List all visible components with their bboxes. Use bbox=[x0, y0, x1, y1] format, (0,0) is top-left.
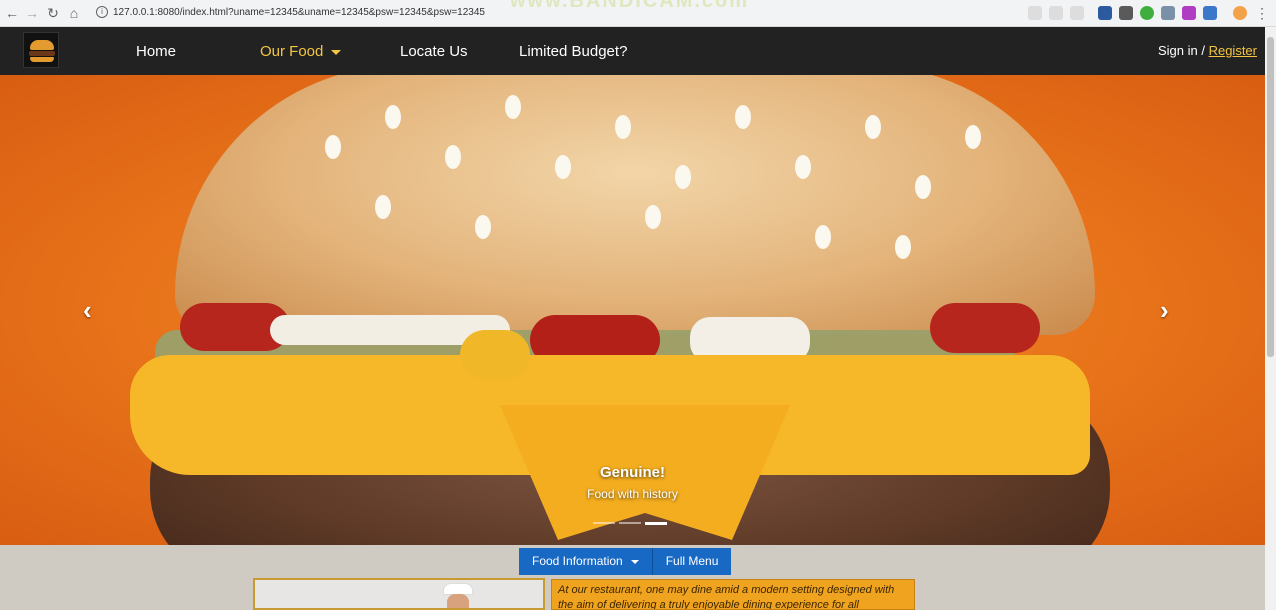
zoom-icon[interactable] bbox=[1049, 6, 1063, 20]
nav-our-food-label: Our Food bbox=[260, 43, 324, 60]
browser-toolbar: ← → ↻ ⌂ i 127.0.0.1:8080/index.html?unam… bbox=[0, 0, 1276, 27]
nav-our-food[interactable]: Our Food bbox=[260, 43, 342, 60]
home-icon[interactable]: ⌂ bbox=[65, 4, 83, 22]
caret-down-icon bbox=[331, 49, 342, 55]
extension-icon[interactable] bbox=[1119, 6, 1133, 20]
extension-icon[interactable] bbox=[1182, 6, 1196, 20]
menu-icon[interactable]: ⋮ bbox=[1253, 4, 1271, 22]
signin-link[interactable]: Sign in bbox=[1158, 43, 1198, 58]
url-text: 127.0.0.1:8080/index.html?uname=12345&un… bbox=[113, 7, 485, 18]
extension-icon[interactable] bbox=[1140, 6, 1154, 20]
chef-photo bbox=[253, 578, 545, 610]
carousel-indicators bbox=[593, 522, 671, 540]
burger-logo-icon[interactable] bbox=[23, 32, 59, 68]
site-info-icon[interactable]: i bbox=[96, 6, 108, 18]
carousel-caption-subtitle: Food with history bbox=[587, 487, 678, 501]
address-bar[interactable]: i 127.0.0.1:8080/index.html?uname=12345&… bbox=[96, 6, 485, 18]
back-icon[interactable]: ← bbox=[3, 4, 21, 22]
scroll-thumb[interactable] bbox=[1267, 37, 1274, 357]
food-information-button[interactable]: Food Information bbox=[519, 548, 652, 575]
food-button-group: Food Information Full Menu bbox=[519, 548, 732, 575]
content-section: Food Information Full Menu At our restaur… bbox=[0, 545, 1265, 610]
auth-separator: / bbox=[1201, 43, 1205, 58]
extension-icon[interactable] bbox=[1098, 6, 1112, 20]
restaurant-info-text: At our restaurant, one may dine amid a m… bbox=[551, 579, 915, 610]
recording-watermark: www.BANDICAM.com bbox=[510, 0, 750, 12]
food-information-label: Food Information bbox=[532, 554, 623, 568]
bookmark-star-icon[interactable] bbox=[1070, 6, 1084, 20]
nav-home[interactable]: Home bbox=[136, 43, 176, 60]
nav-limited-budget[interactable]: Limited Budget? bbox=[519, 43, 627, 60]
carousel-indicator[interactable] bbox=[593, 522, 615, 524]
full-menu-button[interactable]: Full Menu bbox=[651, 548, 732, 575]
register-link[interactable]: Register bbox=[1209, 43, 1257, 58]
carousel-indicator-active[interactable] bbox=[645, 522, 667, 525]
extension-icon[interactable] bbox=[1203, 6, 1217, 20]
page-scrollbar[interactable] bbox=[1265, 27, 1276, 610]
carousel-indicator[interactable] bbox=[619, 522, 641, 524]
carousel-prev-icon[interactable]: ‹ bbox=[83, 295, 92, 326]
carousel-caption-title: Genuine! bbox=[599, 464, 665, 481]
reload-icon[interactable]: ↻ bbox=[44, 4, 62, 22]
extension-icon[interactable] bbox=[1161, 6, 1175, 20]
key-icon[interactable] bbox=[1028, 6, 1042, 20]
hero-carousel: ‹ › Genuine! Food with history bbox=[0, 75, 1265, 545]
site-navbar: Home Our Food Locate Us Limited Budget? … bbox=[0, 27, 1265, 75]
carousel-next-icon[interactable]: › bbox=[1160, 295, 1169, 326]
burger-image bbox=[175, 75, 1095, 335]
auth-links: Sign in / Register bbox=[1158, 43, 1257, 58]
nav-locate-us[interactable]: Locate Us bbox=[400, 43, 468, 60]
avatar[interactable] bbox=[1233, 6, 1247, 20]
forward-icon[interactable]: → bbox=[23, 4, 41, 22]
caret-down-icon bbox=[630, 559, 639, 564]
